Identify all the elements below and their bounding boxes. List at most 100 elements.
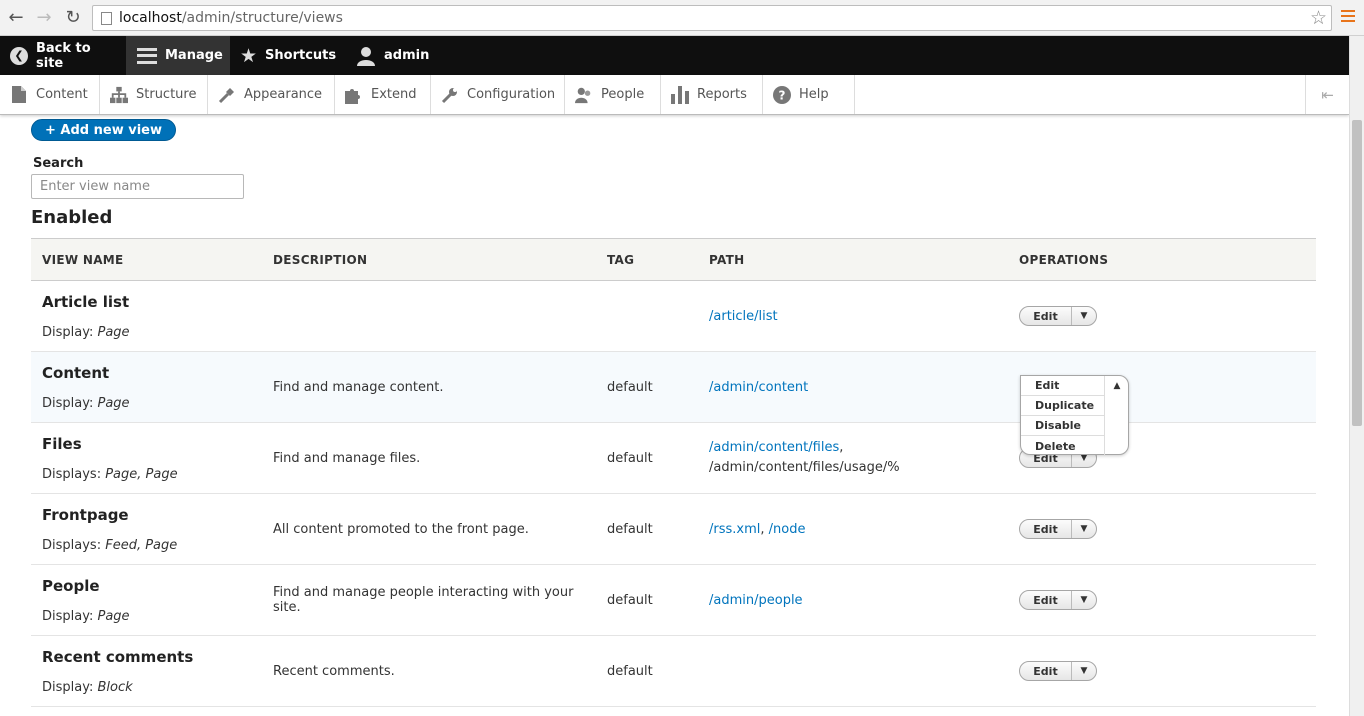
tray-item-appearance[interactable]: Appearance <box>208 75 335 114</box>
edit-button[interactable]: Edit <box>1020 662 1072 680</box>
dropdown-item-disable[interactable]: Disable <box>1021 416 1105 436</box>
cell-description: All content promoted to the front page. <box>262 493 596 565</box>
bookmark-star-icon[interactable]: ☆ <box>1310 7 1327 29</box>
tray-item-extend[interactable]: Extend <box>335 75 431 114</box>
cell-operations: Edit ▼ <box>1008 635 1316 707</box>
hamburger-icon <box>137 47 157 64</box>
cell-view-name: People Display: Page <box>31 564 262 636</box>
edit-button[interactable]: Edit <box>1020 520 1072 538</box>
search-input[interactable] <box>31 174 244 199</box>
path-link[interactable]: /admin/people <box>709 593 803 608</box>
view-title: Files <box>42 434 82 453</box>
tray-item-label: Extend <box>371 87 417 102</box>
cell-tag: default <box>596 351 698 423</box>
help-icon: ? <box>773 85 791 104</box>
dropdown-item-edit[interactable]: Edit <box>1021 376 1105 396</box>
tray-collapse-icon[interactable]: ⇤ <box>1305 75 1349 114</box>
path-separator: , <box>760 521 769 537</box>
path-link[interactable]: /node <box>769 522 806 537</box>
cell-tag <box>596 280 698 352</box>
cell-operations: Edit ▼ <box>1008 564 1316 636</box>
cell-view-name: Files Displays: Page, Page <box>31 422 262 494</box>
dropdown-toggle-icon[interactable]: ▼ <box>1072 307 1096 325</box>
display-value: Block <box>97 679 133 695</box>
path-text: /admin/content/files/usage/% <box>709 460 900 475</box>
cell-tag: default <box>596 635 698 707</box>
table-row: Frontpage Displays: Feed, Page All conte… <box>31 493 1316 565</box>
cell-operations: Edit ▼ <box>1008 280 1316 352</box>
tray-item-reports[interactable]: Reports <box>661 75 763 114</box>
cell-description: Recent comments. <box>262 635 596 707</box>
tray-item-content[interactable]: Content <box>0 75 100 114</box>
view-display: Display: Block <box>42 680 262 695</box>
back-to-site-link[interactable]: ❮ Back to site <box>10 36 120 75</box>
cell-view-name: Article list Display: Page <box>31 280 262 352</box>
display-prefix: Displays: <box>42 466 102 482</box>
url-host: localhost <box>119 10 182 26</box>
edit-button[interactable]: Edit <box>1020 591 1072 609</box>
cell-path: /admin/content <box>698 351 1008 423</box>
admin-tray: Content Structure Appearance Extend Conf… <box>0 75 1349 115</box>
puzzle-icon <box>345 86 363 104</box>
operations-dropbutton: Edit ▼ <box>1019 519 1097 539</box>
paintbrush-icon <box>218 86 236 104</box>
tray-item-label: People <box>601 87 645 102</box>
forward-arrow-icon[interactable]: → <box>34 8 54 28</box>
header-tag: Tag <box>596 238 698 281</box>
display-value: Page <box>97 395 130 411</box>
display-prefix: Display: <box>42 679 94 695</box>
dropdown-toggle-icon[interactable]: ▼ <box>1072 520 1096 538</box>
tray-item-label: Appearance <box>244 87 323 102</box>
dropdown-item-delete[interactable]: Delete <box>1021 436 1105 456</box>
table-row: People Display: Page Find and manage peo… <box>31 564 1316 636</box>
dropdown-collapse-icon[interactable]: ▲ <box>1105 376 1129 396</box>
add-new-view-button[interactable]: + Add new view <box>31 119 176 141</box>
display-prefix: Display: <box>42 395 94 411</box>
cell-path: /article/list <box>698 280 1008 352</box>
path-link[interactable]: /admin/content/files <box>709 440 839 455</box>
view-display: Displays: Feed, Page <box>42 538 262 553</box>
display-value: Page <box>97 608 130 624</box>
path-separator: , <box>839 440 844 455</box>
browser-menu-icon[interactable] <box>1341 10 1355 26</box>
display-prefix: Display: <box>42 608 94 624</box>
operations-dropbutton: Edit ▼ <box>1019 306 1097 326</box>
tray-item-people[interactable]: People <box>565 75 661 114</box>
wrench-icon <box>441 86 459 104</box>
header-path: Path <box>698 238 1008 281</box>
path-link[interactable]: /rss.xml <box>709 522 760 537</box>
user-tab[interactable]: admin <box>356 36 436 75</box>
header-view-name: View name <box>31 238 262 281</box>
section-title-enabled: Enabled <box>31 207 113 228</box>
view-title: People <box>42 576 100 595</box>
path-link[interactable]: /admin/content <box>709 380 808 395</box>
tray-item-configuration[interactable]: Configuration <box>431 75 565 114</box>
dropdown-toggle-icon[interactable]: ▼ <box>1072 591 1096 609</box>
admin-toolbar: ❮ Back to site Manage ★ Shortcuts admin <box>0 36 1349 75</box>
shortcuts-tab[interactable]: ★ Shortcuts <box>240 36 340 75</box>
dropdown-item-duplicate[interactable]: Duplicate <box>1021 396 1105 416</box>
manage-tab[interactable]: Manage <box>126 36 230 75</box>
view-title: Article list <box>42 292 130 311</box>
tray-item-help[interactable]: ? Help <box>763 75 855 114</box>
shortcuts-label: Shortcuts <box>265 48 337 63</box>
page-scrollbar[interactable] <box>1349 36 1364 716</box>
url-path: /admin/structure/views <box>181 10 343 26</box>
cell-tag: default <box>596 422 698 494</box>
tray-item-structure[interactable]: Structure <box>100 75 208 114</box>
view-title: Content <box>42 363 110 382</box>
display-prefix: Display: <box>42 324 94 340</box>
scrollbar-thumb[interactable] <box>1352 120 1362 426</box>
edit-button[interactable]: Edit <box>1020 307 1072 325</box>
views-table: View name Description Tag Path Operation… <box>31 238 1316 707</box>
reload-icon[interactable]: ↻ <box>63 8 83 28</box>
cell-operations: Edit ▼ <box>1008 493 1316 565</box>
header-operations: Operations <box>1008 238 1316 281</box>
address-bar[interactable]: localhost/admin/structure/views ☆ <box>92 5 1332 31</box>
dropdown-toggle-icon[interactable]: ▼ <box>1072 662 1096 680</box>
cell-path: /admin/content/files, /admin/content/fil… <box>698 422 1008 494</box>
bar-chart-icon <box>671 85 689 104</box>
path-link[interactable]: /article/list <box>709 309 778 324</box>
back-arrow-icon[interactable]: ← <box>6 8 26 28</box>
display-value: Page, Page <box>105 466 178 482</box>
